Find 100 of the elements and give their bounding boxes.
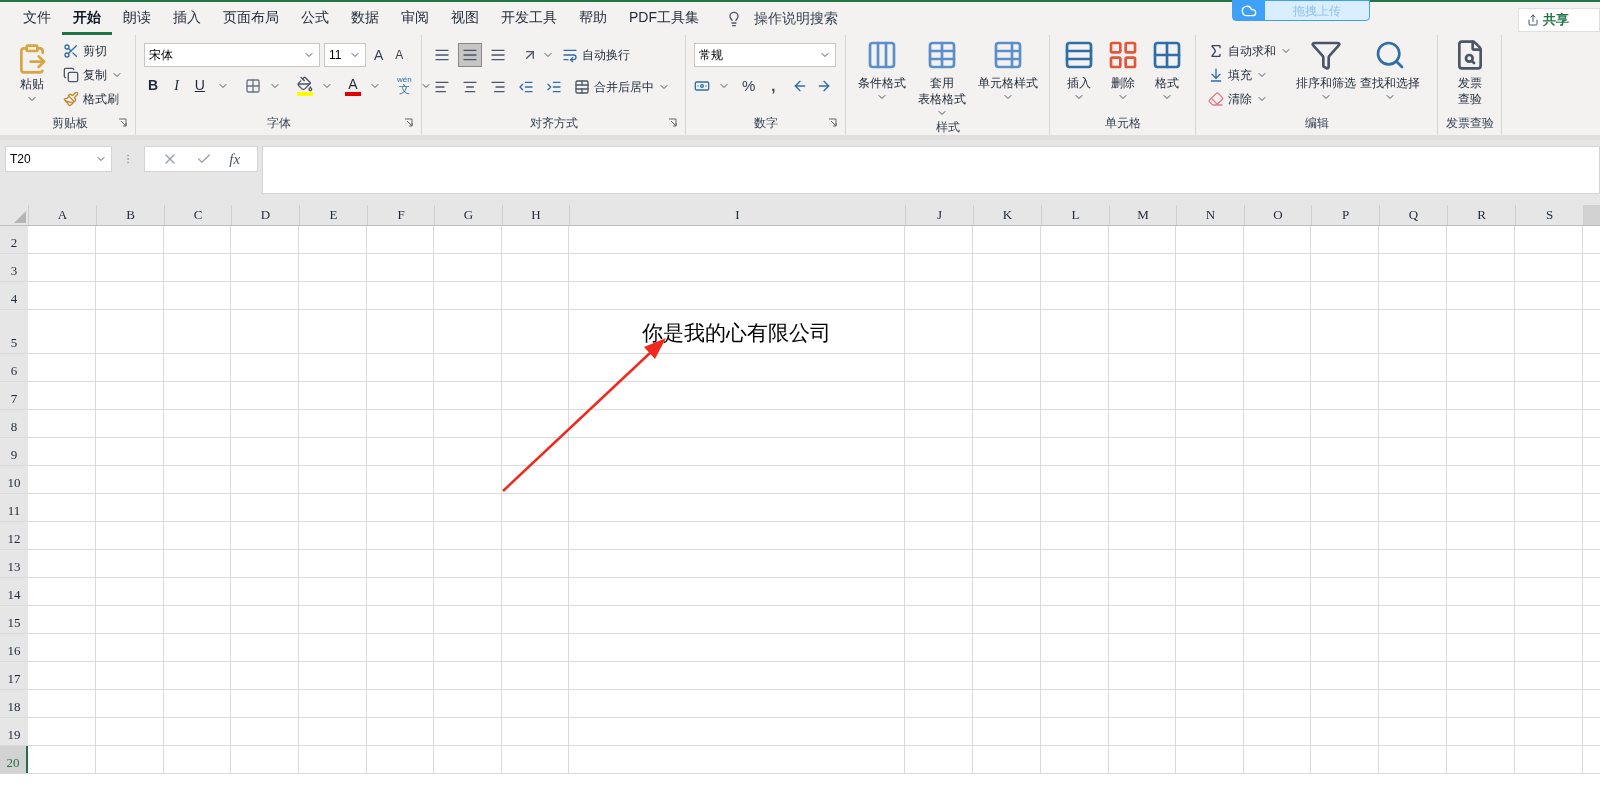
paste-button[interactable]: 粘贴	[12, 39, 51, 115]
cell-command-button[interactable]: 删除	[1106, 39, 1139, 115]
style-command-button[interactable]: 套用 表格格式	[913, 39, 970, 119]
dialog-launcher-icon[interactable]	[404, 118, 413, 127]
underline-button[interactable]: U	[190, 75, 209, 96]
row-header[interactable]: 14	[0, 578, 28, 605]
column-header[interactable]: G	[434, 205, 502, 225]
column-header[interactable]: K	[973, 205, 1041, 225]
column-header[interactable]: D	[231, 205, 299, 225]
select-all-icon[interactable]	[14, 211, 26, 223]
menu-tab[interactable]: 公式	[290, 2, 340, 35]
copy-icon	[63, 67, 79, 83]
row-header[interactable]: 6	[0, 354, 28, 381]
row-header[interactable]: 7	[0, 382, 28, 409]
vertical-align-button[interactable]	[458, 43, 482, 67]
format-painter-button[interactable]: 格式刷	[59, 87, 127, 111]
row-header[interactable]: 10	[0, 466, 28, 493]
grow-font-button[interactable]: A	[370, 44, 388, 66]
row-header[interactable]: 20	[0, 746, 28, 773]
row-header[interactable]: 16	[0, 634, 28, 661]
comma-button[interactable]: ,	[767, 75, 780, 98]
column-header[interactable]: E	[299, 205, 367, 225]
column-header[interactable]: I	[569, 205, 905, 225]
clear-button[interactable]: 清除	[1204, 87, 1296, 111]
font-size-field[interactable]: 11	[324, 43, 366, 67]
share-button[interactable]: 共享	[1518, 8, 1600, 32]
column-header[interactable]: R	[1447, 205, 1515, 225]
border-icon[interactable]	[244, 77, 261, 94]
dialog-launcher-icon[interactable]	[828, 118, 837, 127]
tell-me-search[interactable]: 操作说明搜索	[754, 8, 838, 29]
copy-button[interactable]: 复制	[59, 63, 127, 87]
style-command-button[interactable]: 条件格式	[853, 39, 910, 119]
number-format-field[interactable]: 常规	[694, 43, 836, 67]
row-header[interactable]: 5	[0, 310, 28, 353]
row-header[interactable]: 3	[0, 254, 28, 281]
style-command-button[interactable]: 单元格样式	[973, 39, 1042, 119]
row-header[interactable]: 17	[0, 662, 28, 689]
dialog-launcher-icon[interactable]	[668, 118, 677, 127]
dialog-launcher-icon[interactable]	[118, 118, 127, 127]
merge-center-button[interactable]: 合并后居中	[570, 75, 674, 99]
phonetic-guide-icon[interactable]: wén 文	[396, 76, 412, 95]
column-header[interactable]: N	[1176, 205, 1244, 225]
align-right-icon[interactable]	[490, 79, 506, 95]
insert-function-button[interactable]: fx	[229, 147, 241, 171]
row-header[interactable]: 18	[0, 690, 28, 717]
percent-button[interactable]: %	[738, 75, 760, 98]
row-header[interactable]: 15	[0, 606, 28, 633]
bold-button[interactable]: B	[144, 75, 163, 96]
menu-tab[interactable]: 插入	[162, 2, 212, 35]
row-header[interactable]: 9	[0, 438, 28, 465]
column-header[interactable]: B	[96, 205, 164, 225]
sort-filter-button[interactable]: 排序和筛选	[1296, 39, 1356, 115]
row-header[interactable]: 19	[0, 718, 28, 745]
find-select-button[interactable]: 查找和选择	[1360, 39, 1420, 115]
cell-command-button[interactable]: 格式	[1150, 39, 1183, 115]
column-header[interactable]: F	[367, 205, 434, 225]
column-header[interactable]: C	[164, 205, 231, 225]
font-name-field[interactable]: 宋体	[144, 43, 320, 67]
partial-column-header[interactable]	[1583, 205, 1600, 225]
column-header[interactable]: J	[905, 205, 973, 225]
invoice-check-button[interactable]: 发票 查验	[1446, 39, 1493, 115]
row-header[interactable]: 13	[0, 550, 28, 577]
formula-input[interactable]	[262, 146, 1600, 194]
align-center-icon[interactable]	[462, 79, 478, 95]
align-left-icon[interactable]	[434, 79, 450, 95]
decrease-indent-icon[interactable]	[518, 79, 534, 95]
fill-button[interactable]: 填充	[1204, 63, 1296, 87]
column-header[interactable]: A	[28, 205, 96, 225]
italic-button[interactable]: I	[170, 75, 183, 96]
fill-color-button[interactable]	[296, 75, 313, 96]
menu-tab[interactable]: 帮助	[568, 2, 618, 35]
menu-tab[interactable]: 数据	[340, 2, 390, 35]
menu-tab[interactable]: 页面布局	[212, 2, 290, 35]
column-header[interactable]: H	[502, 205, 569, 225]
menu-tab[interactable]: 审阅	[390, 2, 440, 35]
autosum-button[interactable]: 自动求和	[1204, 39, 1296, 63]
group-label: 对齐方式	[529, 115, 578, 132]
eraser-icon	[1208, 91, 1224, 107]
column-header[interactable]: P	[1311, 205, 1379, 225]
shrink-font-button[interactable]: A	[391, 46, 408, 64]
menu-tab[interactable]: 朗读	[112, 2, 162, 35]
column-header[interactable]: O	[1244, 205, 1311, 225]
cut-button[interactable]: 剪切	[59, 39, 127, 63]
menu-tab[interactable]: 视图	[440, 2, 490, 35]
column-header[interactable]: Q	[1379, 205, 1447, 225]
increase-indent-icon[interactable]	[546, 79, 562, 95]
row-header[interactable]: 11	[0, 494, 28, 521]
row-header[interactable]: 12	[0, 522, 28, 549]
row-header[interactable]: 4	[0, 282, 28, 309]
column-header[interactable]: L	[1041, 205, 1109, 225]
row-header[interactable]: 2	[0, 226, 28, 253]
column-header[interactable]: M	[1109, 205, 1176, 225]
menu-tab[interactable]: 开发工具	[490, 2, 568, 35]
row-header[interactable]: 8	[0, 410, 28, 437]
menu-tab[interactable]: PDF工具集	[618, 2, 710, 35]
wrap-text-button[interactable]: 自动换行	[558, 43, 634, 67]
menu-tab[interactable]: 文件	[12, 2, 62, 35]
name-box[interactable]: T20	[5, 146, 112, 172]
cell-command-button[interactable]: 插入	[1062, 39, 1095, 115]
font-color-button[interactable]: A	[344, 75, 361, 96]
